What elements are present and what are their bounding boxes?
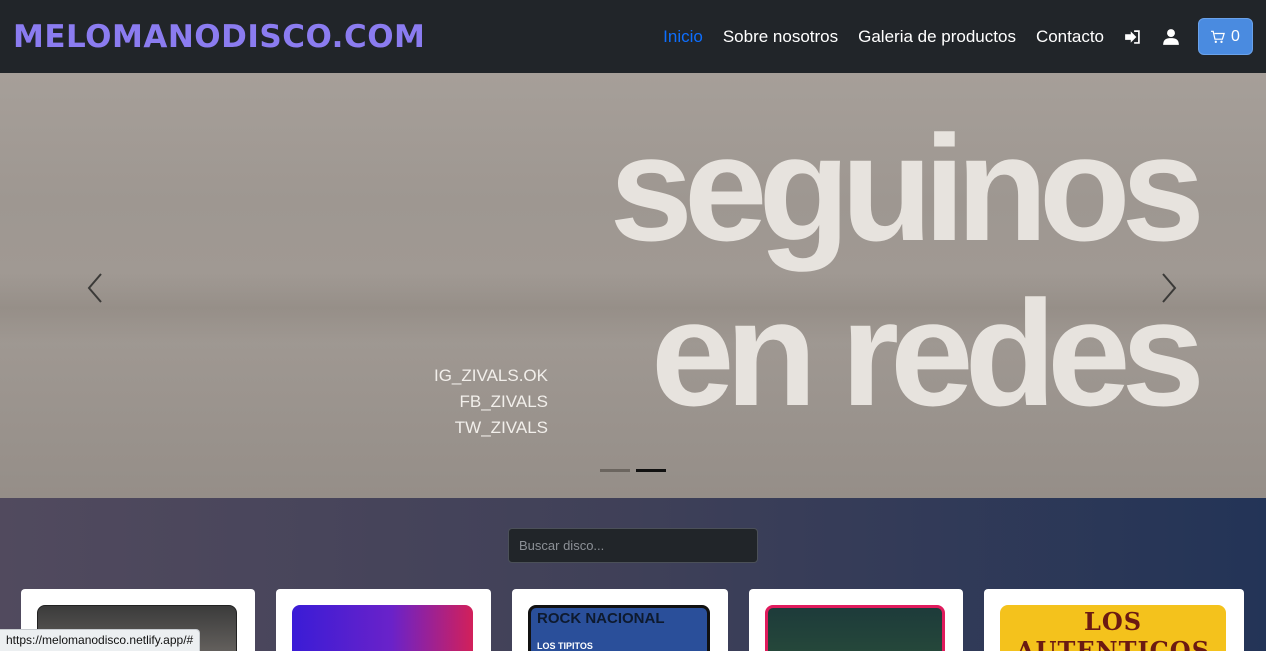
social-handle: TW_ZIVALS	[454, 418, 548, 437]
product-card[interactable]: LOS AUTENTICOS	[984, 589, 1244, 651]
product-card[interactable]: ROCK NACIONAL LOS TIPITOS	[512, 589, 728, 651]
search-input[interactable]	[508, 528, 758, 563]
nav-link-sobre-nosotros[interactable]: Sobre nosotros	[723, 27, 838, 47]
nav-link-galeria[interactable]: Galeria de productos	[858, 27, 1016, 47]
cover-subtitle: LOS TIPITOS	[537, 641, 593, 651]
album-cover[interactable]	[765, 605, 945, 651]
product-card[interactable]	[276, 589, 491, 651]
nav-link-inicio[interactable]: Inicio	[663, 27, 703, 47]
cover-title: ROCK NACIONAL	[537, 610, 665, 627]
social-handle: FB_ZIVALS	[459, 392, 549, 411]
carousel-indicators	[600, 469, 672, 472]
product-card[interactable]	[749, 589, 963, 651]
carousel-indicator-2[interactable]	[636, 469, 666, 472]
nav-link-contacto[interactable]: Contacto	[1036, 27, 1104, 47]
hero-headline-line2: en redes	[651, 269, 1205, 437]
browser-status-bar: https://melomanodisco.netlify.app/#	[0, 629, 201, 651]
nav-links: Inicio Sobre nosotros Galeria de product…	[643, 18, 1253, 55]
carousel-prev-button[interactable]	[80, 268, 110, 308]
album-cover[interactable]	[292, 605, 473, 651]
cart-count: 0	[1231, 27, 1240, 45]
hero-headline-line1: seguinos	[609, 104, 1205, 272]
navbar: MELOMANODISCO.COM Inicio Sobre nosotros …	[0, 0, 1266, 73]
chevron-left-icon	[87, 273, 102, 303]
hero-carousel: seguinos en redes IG_ZIVALS.OK FB_ZIVALS…	[0, 73, 1266, 498]
cover-title: LOS AUTENTICOS	[1015, 607, 1211, 651]
carousel-next-button[interactable]	[1154, 268, 1184, 308]
social-handle: IG_ZIVALS.OK	[433, 366, 548, 385]
user-icon[interactable]	[1162, 28, 1180, 46]
cart-icon	[1211, 30, 1226, 43]
album-cover[interactable]: LOS AUTENTICOS	[1000, 605, 1226, 651]
cart-button[interactable]: 0	[1198, 18, 1253, 55]
chevron-right-icon	[1162, 273, 1177, 303]
sign-in-icon[interactable]	[1124, 28, 1142, 46]
social-handles: IG_ZIVALS.OK FB_ZIVALS TW_ZIVALS	[434, 363, 548, 441]
album-cover[interactable]: ROCK NACIONAL LOS TIPITOS	[528, 605, 710, 651]
carousel-indicator-1[interactable]	[600, 469, 630, 472]
brand-logo[interactable]: MELOMANODISCO.COM	[13, 19, 425, 55]
